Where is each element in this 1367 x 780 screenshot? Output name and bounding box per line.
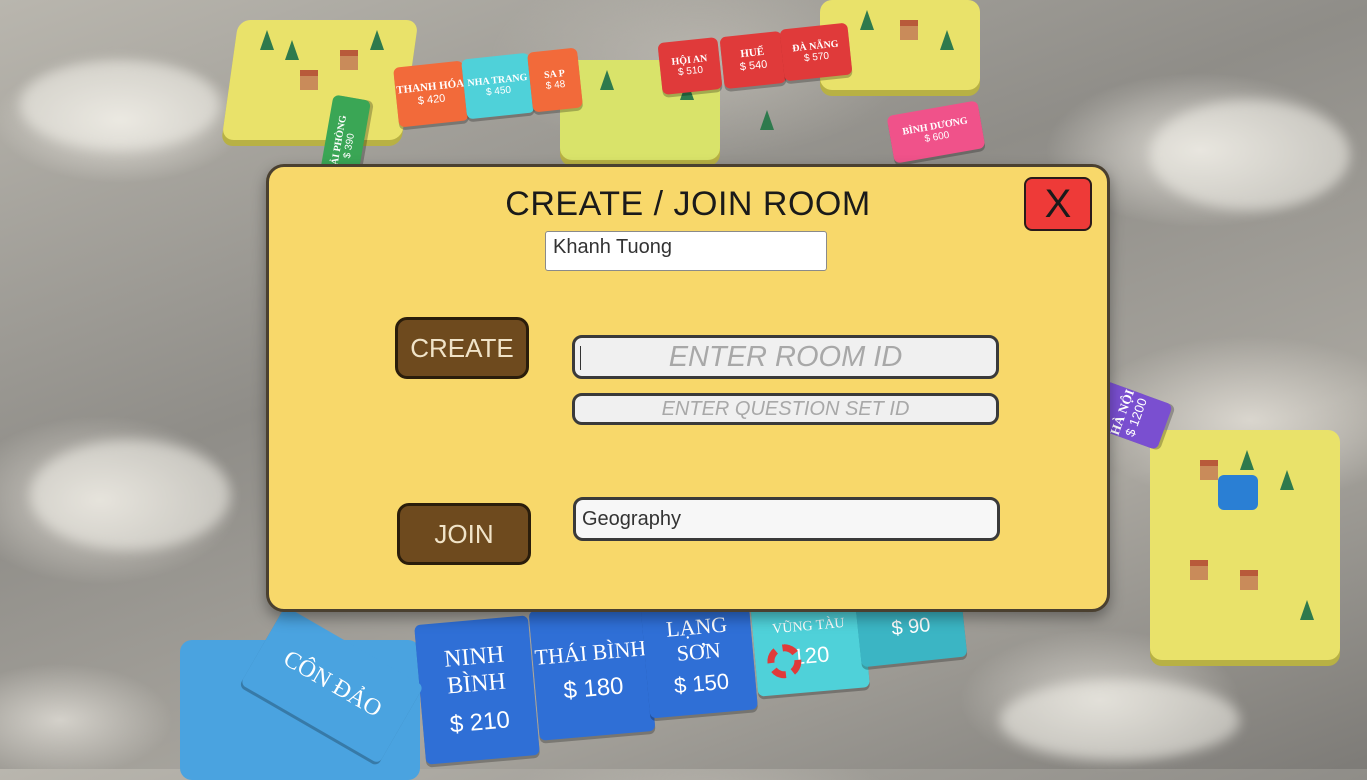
cloud-decoration	[30, 440, 230, 550]
create-join-room-dialog: CREATE / JOIN ROOM X Khanh Tuong CREATE …	[266, 164, 1110, 612]
tree-icon	[1280, 470, 1294, 490]
tile-price: $ 510	[677, 64, 704, 79]
close-icon: X	[1044, 182, 1072, 226]
board-tile: THÁI BÌNH $ 180	[528, 601, 656, 741]
house-icon	[340, 50, 358, 70]
cloud-decoration	[1150, 100, 1350, 210]
house-icon	[1240, 570, 1258, 590]
house-icon	[1200, 460, 1218, 480]
tree-icon	[1300, 600, 1314, 620]
cloud-decoration	[1000, 680, 1240, 760]
question-set-id-input[interactable]: ENTER QUESTION SET ID	[572, 393, 999, 425]
text-caret	[580, 346, 581, 370]
tree-icon	[370, 30, 384, 50]
tile-price: $ 48	[545, 78, 566, 92]
tile-price: $ 180	[562, 672, 625, 705]
house-icon	[1190, 560, 1208, 580]
question-set-id-placeholder: ENTER QUESTION SET ID	[661, 397, 910, 420]
join-button[interactable]: JOIN	[397, 503, 531, 565]
tile-price: $ 540	[739, 58, 768, 74]
house-icon	[900, 20, 918, 40]
pond	[1218, 475, 1258, 510]
tile-price: $ 450	[485, 84, 512, 99]
board-tile: SA P $ 48	[527, 47, 583, 113]
board-tile: THANH HÓA $ 420	[393, 60, 469, 128]
tile-name: CÔN ĐẢO	[278, 645, 386, 723]
tree-icon	[940, 30, 954, 50]
create-button[interactable]: CREATE	[395, 317, 529, 379]
close-button[interactable]: X	[1024, 177, 1092, 231]
board-tile: NHA TRANG $ 450	[461, 52, 535, 120]
tree-icon	[600, 70, 614, 90]
tree-icon	[860, 10, 874, 30]
tile-price: $ 570	[803, 50, 830, 65]
tile-name: VŨNG TÀU	[771, 616, 846, 638]
board-tile: ĐÀ NẴNG $ 570	[779, 22, 853, 82]
house-icon	[300, 70, 318, 90]
tile-name: THÁI BÌNH	[533, 634, 648, 670]
board-tile: HỘI AN $ 510	[657, 37, 723, 95]
player-name-field[interactable]: Khanh Tuong	[545, 231, 827, 271]
tile-price: $ 420	[417, 92, 446, 108]
tree-icon	[1240, 450, 1254, 470]
room-id-input[interactable]: ENTER ROOM ID	[572, 335, 999, 379]
room-id-placeholder: ENTER ROOM ID	[668, 340, 903, 373]
board-tile: HUẾ $ 540	[719, 30, 787, 90]
tree-icon	[760, 110, 774, 130]
board-island-top-left	[221, 20, 419, 140]
tile-price: $ 210	[448, 706, 511, 739]
tree-icon	[260, 30, 274, 50]
tile-name: LẠNG SƠN	[664, 611, 729, 667]
question-set-value: Geography	[582, 507, 681, 530]
tile-price: $ 150	[672, 668, 730, 698]
dialog-title: CREATE / JOIN ROOM	[505, 185, 871, 223]
board-tile: NINH BÌNH $ 210	[414, 615, 540, 765]
board-tile: BÌNH DƯƠNG $ 600	[886, 100, 986, 164]
tree-icon	[285, 40, 299, 60]
tile-name: NINH BÌNH	[443, 641, 507, 700]
cloud-decoration	[20, 60, 220, 150]
tile-price: $ 90	[890, 613, 932, 640]
question-set-field[interactable]: Geography	[573, 497, 1000, 541]
